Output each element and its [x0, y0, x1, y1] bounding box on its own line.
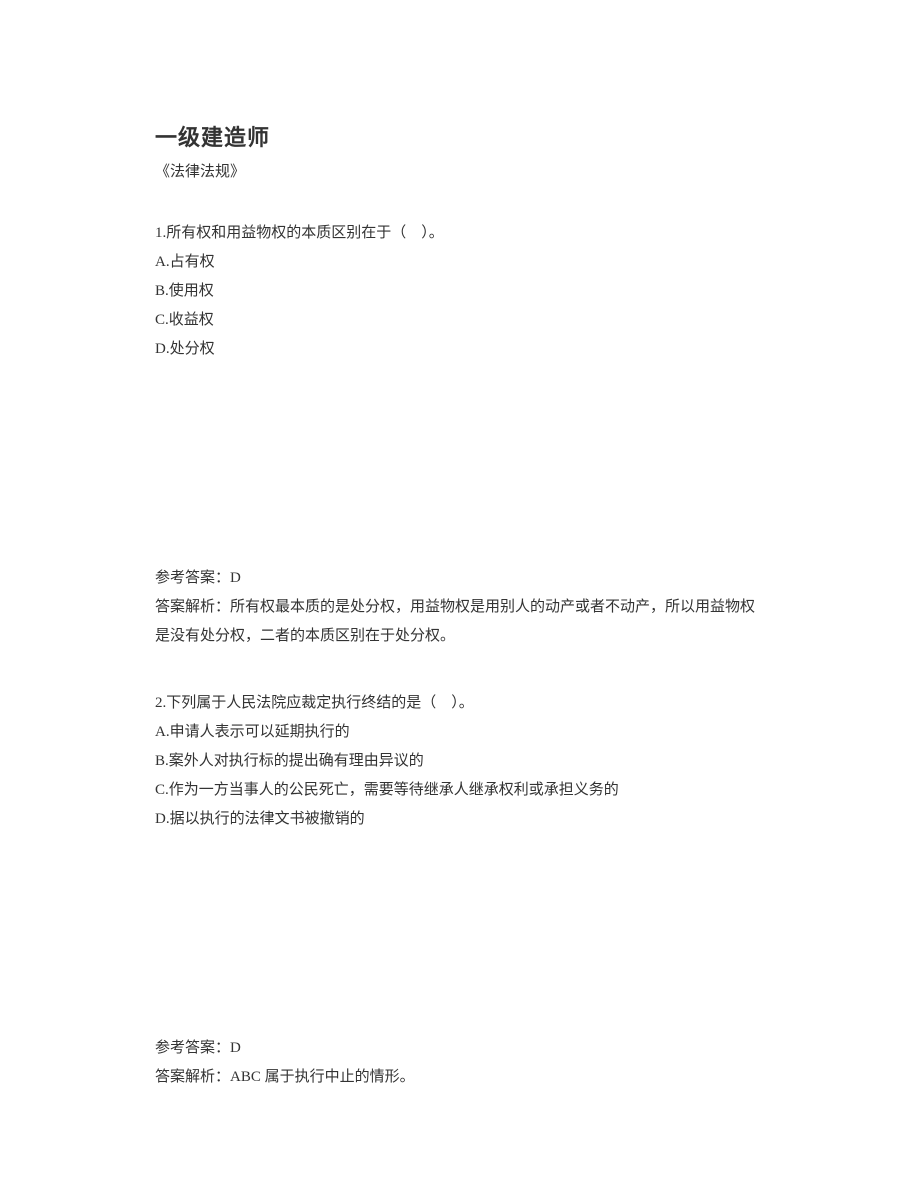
- answer-2-reference-label: 参考答案：: [155, 1040, 230, 1056]
- exam-subtitle: 《法律法规》: [155, 160, 765, 181]
- question-2-option-b: B.案外人对执行标的提出确有理由异议的: [155, 747, 765, 776]
- answer-2-reference: 参考答案：D: [155, 1034, 765, 1063]
- answer-2-explanation-text: ABC 属于执行中止的情形。: [230, 1069, 415, 1085]
- question-2-number: 2.: [155, 695, 166, 711]
- question-2-option-d: D.据以执行的法律文书被撤销的: [155, 805, 765, 834]
- answer-2-explanation: 答案解析：ABC 属于执行中止的情形。: [155, 1063, 765, 1092]
- answer-1-section: 参考答案：D 答案解析：所有权最本质的是处分权，用益物权是用别人的动产或者不动产…: [155, 564, 765, 651]
- answer-1-explanation-label: 答案解析：: [155, 599, 230, 615]
- question-2-text: 2.下列属于人民法院应裁定执行终结的是（ ）。: [155, 689, 765, 718]
- answer-1-reference: 参考答案：D: [155, 564, 765, 593]
- question-1-stem: 所有权和用益物权的本质区别在于（ ）。: [166, 225, 444, 241]
- exam-title: 一级建造师: [155, 120, 765, 152]
- question-1-option-b: B.使用权: [155, 277, 765, 306]
- question-1-option-a: A.占有权: [155, 248, 765, 277]
- question-1-option-c: C.收益权: [155, 306, 765, 335]
- answer-2-reference-value: D: [230, 1040, 241, 1056]
- answer-1-reference-value: D: [230, 570, 241, 586]
- question-2-stem: 下列属于人民法院应裁定执行终结的是（ ）。: [166, 695, 474, 711]
- question-2-option-a: A.申请人表示可以延期执行的: [155, 718, 765, 747]
- answer-2-section: 参考答案：D 答案解析：ABC 属于执行中止的情形。: [155, 1034, 765, 1092]
- question-2-option-c: C.作为一方当事人的公民死亡，需要等待继承人继承权利或承担义务的: [155, 776, 765, 805]
- question-1-block: 1.所有权和用益物权的本质区别在于（ ）。 A.占有权 B.使用权 C.收益权 …: [155, 219, 765, 364]
- question-1-text: 1.所有权和用益物权的本质区别在于（ ）。: [155, 219, 765, 248]
- answer-1-reference-label: 参考答案：: [155, 570, 230, 586]
- answer-1-explanation: 答案解析：所有权最本质的是处分权，用益物权是用别人的动产或者不动产，所以用益物权…: [155, 593, 765, 651]
- question-2-block: 2.下列属于人民法院应裁定执行终结的是（ ）。 A.申请人表示可以延期执行的 B…: [155, 689, 765, 834]
- answer-1-explanation-text: 所有权最本质的是处分权，用益物权是用别人的动产或者不动产，所以用益物权是没有处分…: [155, 599, 755, 644]
- answer-2-explanation-label: 答案解析：: [155, 1069, 230, 1085]
- question-1-option-d: D.处分权: [155, 335, 765, 364]
- question-1-number: 1.: [155, 225, 166, 241]
